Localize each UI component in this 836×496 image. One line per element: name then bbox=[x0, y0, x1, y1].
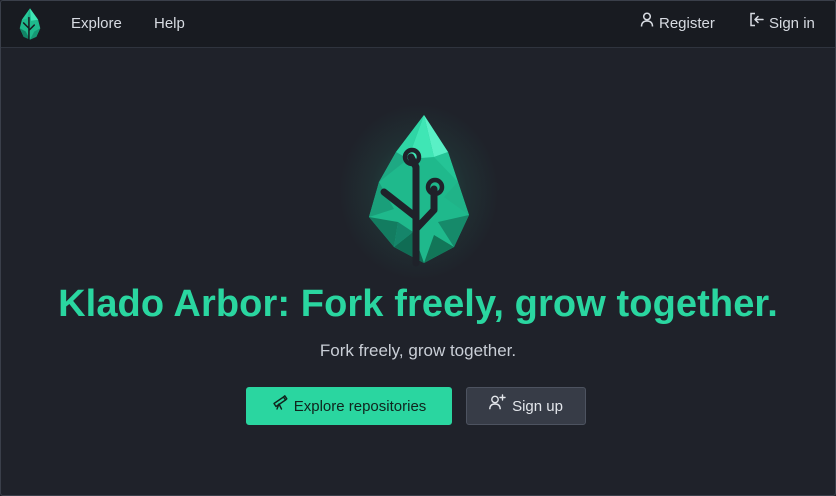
sign-up-button[interactable]: Sign up bbox=[466, 387, 586, 425]
nav-signin-link[interactable]: Sign in bbox=[749, 1, 815, 47]
nav-help-label: Help bbox=[154, 15, 185, 32]
explore-repositories-label: Explore repositories bbox=[293, 398, 427, 415]
person-icon bbox=[640, 1, 654, 46]
hero-logo-icon bbox=[338, 97, 500, 280]
nav-help-link[interactable]: Help bbox=[154, 1, 185, 47]
sign-up-label: Sign up bbox=[512, 398, 563, 415]
nav-explore-label: Explore bbox=[71, 15, 122, 32]
nav-register-link[interactable]: Register bbox=[640, 1, 715, 47]
nav-explore-link[interactable]: Explore bbox=[71, 1, 122, 47]
explore-repositories-button[interactable]: Explore repositories bbox=[246, 387, 452, 425]
page-frame: Explore Help Register Sign in Klado Arbo… bbox=[0, 0, 836, 496]
person-add-icon bbox=[489, 387, 506, 425]
sign-in-icon bbox=[749, 1, 764, 46]
hero-title: Klado Arbor: Fork freely, grow together. bbox=[58, 283, 778, 325]
telescope-icon bbox=[272, 387, 288, 425]
top-navbar: Explore Help Register Sign in bbox=[1, 1, 835, 48]
nav-signin-label: Sign in bbox=[769, 15, 815, 32]
hero-subtitle: Fork freely, grow together. bbox=[319, 341, 517, 360]
nav-register-label: Register bbox=[659, 15, 715, 32]
home-logo-icon[interactable] bbox=[17, 8, 43, 40]
